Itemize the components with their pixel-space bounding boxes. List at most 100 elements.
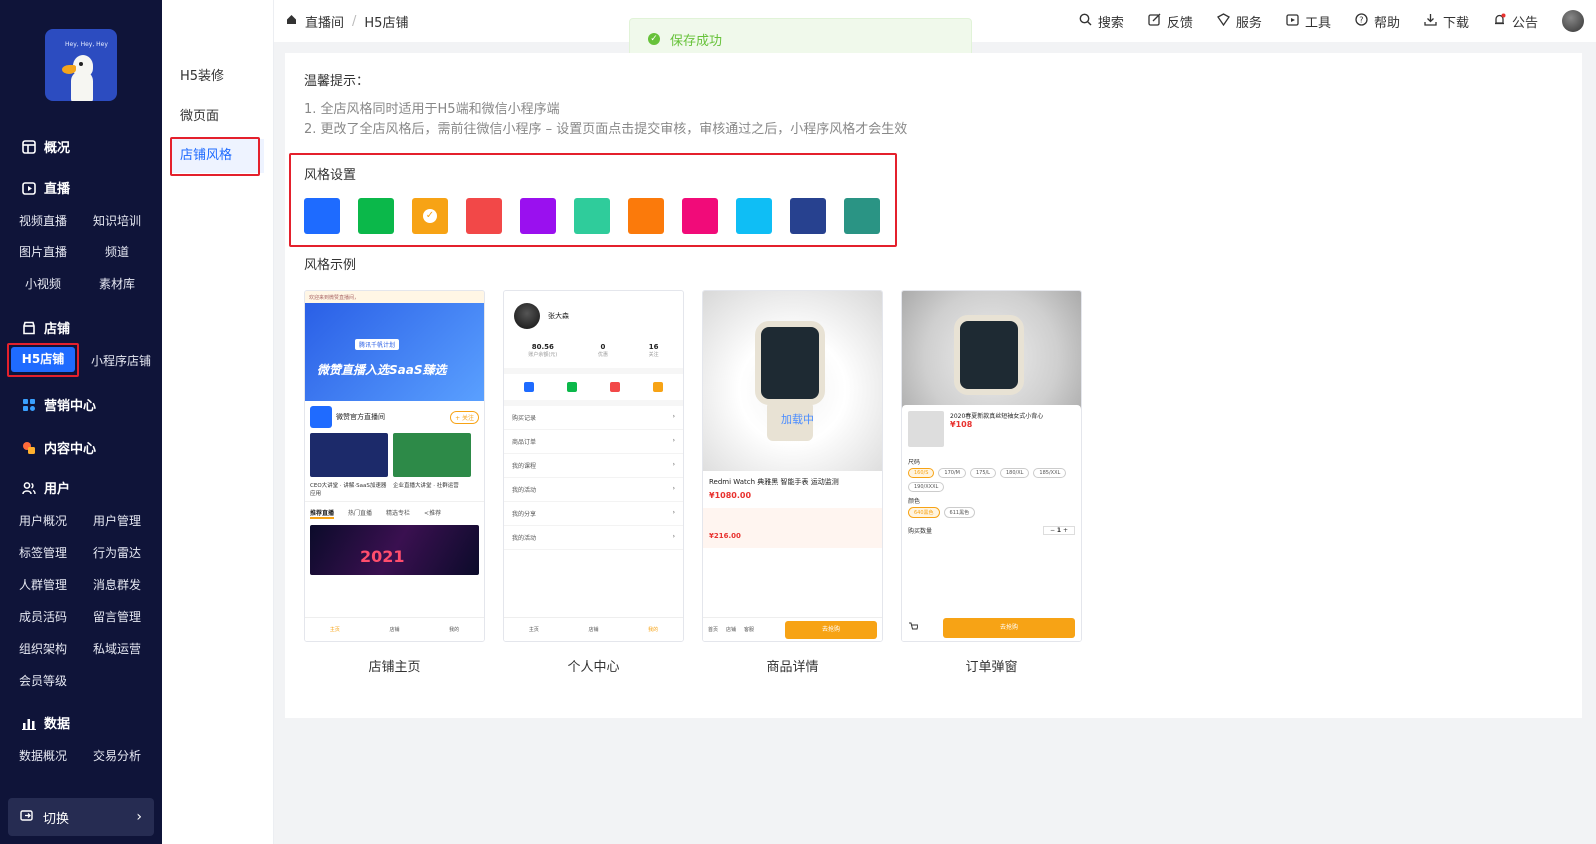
swatch-red[interactable] bbox=[466, 198, 502, 234]
nav-overview[interactable]: 概况 bbox=[22, 137, 70, 156]
quick-icons bbox=[504, 368, 683, 406]
secondary-nav: H5装修 微页面 店铺风格 bbox=[162, 0, 274, 844]
tool-action[interactable]: 工具 bbox=[1286, 12, 1331, 31]
nav-data[interactable]: 数据 bbox=[22, 713, 70, 732]
breadcrumb-h5-store: H5店铺 bbox=[364, 16, 409, 31]
switch-label: 切换 bbox=[43, 811, 70, 827]
nav-knowledge-training[interactable]: 知识培训 bbox=[81, 212, 153, 229]
watch-face-shape bbox=[954, 315, 1024, 395]
swatch-dark-orange[interactable] bbox=[628, 198, 664, 234]
nav-short-video[interactable]: 小视频 bbox=[7, 275, 79, 292]
duck-head-shape bbox=[73, 55, 93, 77]
nav-user-management[interactable]: 用户管理 bbox=[81, 512, 153, 529]
nav-crowd-management[interactable]: 人群管理 bbox=[7, 576, 79, 593]
nav-live-label: 直播 bbox=[44, 182, 71, 197]
service-label: 服务 bbox=[1235, 15, 1262, 31]
quantity-value: 1 bbox=[1056, 527, 1062, 534]
swatch-navy[interactable] bbox=[790, 198, 826, 234]
swatch-teal[interactable] bbox=[844, 198, 880, 234]
nav-video-live[interactable]: 视频直播 bbox=[7, 212, 79, 229]
live-price: ¥216.00 bbox=[709, 532, 741, 540]
swatch-pink[interactable] bbox=[682, 198, 718, 234]
nav-channel[interactable]: 频道 bbox=[81, 243, 153, 260]
subnav-store-style[interactable]: 店铺风格 bbox=[172, 139, 264, 173]
subnav-micro-page[interactable]: 微页面 bbox=[180, 105, 219, 124]
profile-name: 张大森 bbox=[548, 312, 569, 320]
nav-store[interactable]: 店铺 bbox=[22, 318, 70, 337]
nav-private-operations[interactable]: 私域运营 bbox=[81, 640, 153, 657]
swatch-green[interactable] bbox=[358, 198, 394, 234]
profile-stats: 80.56 账户余额(元) 0 优惠 16 关注 bbox=[504, 333, 683, 368]
nav-mass-message[interactable]: 消息群发 bbox=[81, 576, 153, 593]
search-action[interactable]: 搜索 bbox=[1079, 12, 1124, 31]
search-label: 搜索 bbox=[1097, 15, 1124, 31]
order-product-thumb bbox=[908, 411, 944, 447]
service-action[interactable]: 服务 bbox=[1216, 12, 1262, 31]
product-title: Redmi Watch 典雅黑 智能手表 运动监测 bbox=[709, 478, 839, 486]
tabbar-home: 主页 bbox=[329, 627, 340, 633]
nav-miniprogram-store[interactable]: 小程序店铺 bbox=[83, 352, 159, 369]
nav-material-library[interactable]: 素材库 bbox=[81, 275, 153, 292]
nav-comment-management[interactable]: 留言管理 bbox=[81, 608, 153, 625]
user-avatar[interactable] bbox=[1562, 10, 1584, 32]
bottom-tabbar: 主页 店铺 我的 bbox=[305, 617, 484, 641]
nav-image-live[interactable]: 图片直播 bbox=[7, 243, 79, 260]
list-item-label: 商品订单 bbox=[512, 439, 537, 446]
announcement-action[interactable]: 公告 bbox=[1493, 12, 1538, 31]
tabbar-me: 我的 bbox=[648, 627, 659, 633]
marketing-icon bbox=[22, 398, 36, 412]
swatch-orange-selected[interactable]: ✓ bbox=[412, 198, 448, 234]
tab-hot-live: 热门直播 bbox=[348, 510, 373, 517]
duck-beak-shape bbox=[62, 65, 76, 74]
swatch-purple[interactable] bbox=[520, 198, 556, 234]
order-product-title: 2020春夏新款真丝短袖女式小背心 bbox=[950, 413, 1044, 420]
nav-h5-store[interactable]: H5店铺 bbox=[11, 347, 75, 372]
download-action[interactable]: 下载 bbox=[1424, 12, 1469, 31]
nav-marketing[interactable]: 营销中心 bbox=[22, 395, 96, 414]
chart-icon bbox=[22, 716, 36, 730]
nav-tag-management[interactable]: 标签管理 bbox=[7, 544, 79, 561]
example-store-home: 欢迎来到微赞直播间， 腾讯千帆计划 微赞直播入选SaaS臻选 微赞官方直播间 +… bbox=[304, 290, 485, 675]
swatch-mint[interactable] bbox=[574, 198, 610, 234]
nav-user-overview[interactable]: 用户概况 bbox=[7, 512, 79, 529]
switch-button[interactable]: 切换 › bbox=[8, 798, 154, 836]
nav-org-structure[interactable]: 组织架构 bbox=[7, 640, 79, 657]
size-chip: 175/L bbox=[969, 468, 996, 478]
order-action-bar: 去抢购 bbox=[902, 615, 1081, 641]
size-options: 160/S 170/M 175/L 180/XL 185/XXL 190/XXX… bbox=[902, 468, 1081, 492]
breadcrumb-live-room[interactable]: 直播间 bbox=[305, 12, 344, 31]
swatch-sky-blue[interactable] bbox=[736, 198, 772, 234]
swatch-blue[interactable] bbox=[304, 198, 340, 234]
order-product-price: ¥108 bbox=[950, 420, 973, 429]
stat-following: 16 关注 bbox=[649, 343, 659, 358]
nav-transaction-analysis[interactable]: 交易分析 bbox=[81, 747, 153, 764]
duck-eye-shape bbox=[79, 62, 83, 66]
nav-users-label: 用户 bbox=[44, 482, 71, 497]
brand-logo[interactable]: Hey, Hey, Hey bbox=[45, 29, 117, 101]
example-order-popup: 2020春夏新款真丝短袖女式小背心 ¥108 尺码 160/S 170/M 17… bbox=[901, 290, 1082, 675]
example-caption: 个人中心 bbox=[567, 660, 620, 675]
nav-data-overview[interactable]: 数据概况 bbox=[7, 747, 79, 764]
nav-live[interactable]: 直播 bbox=[22, 178, 70, 197]
banner-title: 微赞直播入选SaaS臻选 bbox=[317, 363, 447, 377]
example-product-detail: 加载中 Redmi Watch 典雅黑 智能手表 运动监测 ¥1080.00 ¥… bbox=[702, 290, 883, 675]
nav-member-code[interactable]: 成员活码 bbox=[7, 608, 79, 625]
feedback-action[interactable]: 反馈 bbox=[1148, 12, 1193, 31]
service-icon bbox=[1216, 12, 1230, 30]
promo-banner: 腾讯千帆计划 微赞直播入选SaaS臻选 bbox=[305, 303, 484, 401]
tab-featured: 精选专栏 bbox=[386, 510, 411, 517]
announcement-label: 公告 bbox=[1511, 15, 1538, 31]
nav-users[interactable]: 用户 bbox=[22, 478, 70, 497]
size-label: 尺码 bbox=[908, 459, 921, 466]
tabbar-me: 我的 bbox=[449, 627, 460, 633]
notice-bar: 欢迎来到微赞直播间， bbox=[305, 291, 484, 303]
style-settings-title: 风格设置 bbox=[304, 168, 357, 183]
subnav-h5-decoration[interactable]: H5装修 bbox=[180, 65, 224, 84]
tabbar-store: 店铺 bbox=[588, 627, 599, 633]
nav-member-level[interactable]: 会员等级 bbox=[7, 672, 79, 689]
nav-behavior-radar[interactable]: 行为雷达 bbox=[81, 544, 153, 561]
nav-content[interactable]: 内容中心 bbox=[22, 438, 96, 457]
quantity-label: 购买数量 bbox=[908, 528, 933, 535]
color-options: 640黑色 611黑色 bbox=[902, 507, 1081, 518]
help-action[interactable]: ? 帮助 bbox=[1355, 12, 1400, 31]
